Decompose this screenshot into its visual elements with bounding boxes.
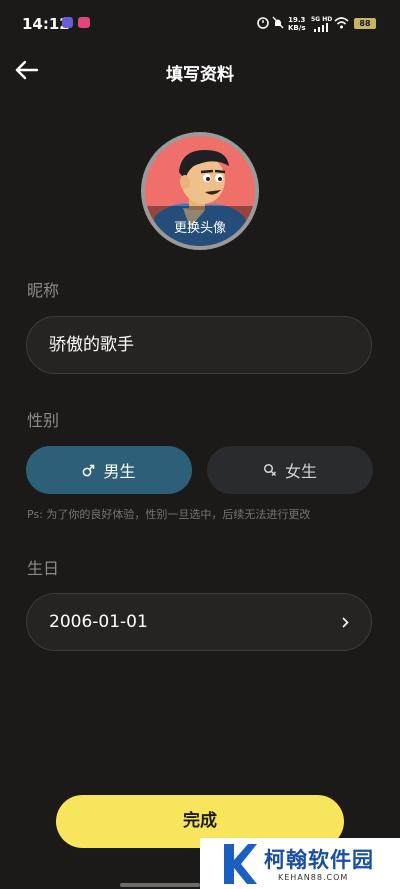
mute-bell-icon (272, 16, 284, 29)
signal-icon (314, 23, 328, 32)
network-speed-unit: KB/s (288, 24, 306, 32)
avatar-change-label: 更换头像 (173, 221, 226, 236)
wifi-icon (334, 17, 349, 29)
gender-female-label: 女生 (284, 462, 317, 481)
male-symbol-icon (83, 464, 95, 476)
birthday-picker[interactable]: 2006-01-01 (26, 593, 372, 651)
watermark-logo-icon (224, 844, 257, 884)
app-notification-icon (62, 17, 73, 28)
status-bar: 14:12 19.3 KB/s 5G HD 88 (0, 0, 400, 44)
avatar: 更换头像 (145, 136, 255, 246)
page-title: 填写资料 (166, 65, 234, 85)
gender-label: 性别 (27, 411, 60, 430)
gender-hint: Ps: 为了你的良好体验，性别一旦选中，后续无法进行更改 (27, 508, 311, 521)
nickname-input[interactable]: 骄傲的歌手 (26, 316, 372, 374)
network-speed: 19.3 KB/s (288, 16, 305, 32)
home-indicator[interactable] (120, 883, 200, 887)
birthday-label: 生日 (27, 559, 60, 578)
chevron-right-icon (342, 617, 349, 628)
watermark-url: KEHAN88.COM (278, 873, 349, 882)
network-speed-value: 19.3 (288, 16, 306, 24)
app-notification-icon-2 (78, 17, 90, 28)
alarm-icon (257, 17, 269, 29)
avatar-change-button[interactable]: 更换头像 (141, 132, 259, 250)
watermark: 柯翰软件园 KEHAN88.COM (200, 838, 400, 889)
battery-level: 88 (354, 18, 376, 29)
female-symbol-icon (263, 463, 277, 477)
gender-male-label: 男生 (103, 462, 136, 481)
birthday-value: 2006-01-01 (49, 612, 148, 632)
watermark-name: 柯翰软件园 (264, 848, 374, 872)
nickname-value: 骄傲的歌手 (49, 335, 134, 355)
nickname-label: 昵称 (27, 281, 60, 300)
gender-female-button[interactable]: 女生 (207, 446, 373, 494)
gender-male-button[interactable]: 男生 (26, 446, 192, 494)
